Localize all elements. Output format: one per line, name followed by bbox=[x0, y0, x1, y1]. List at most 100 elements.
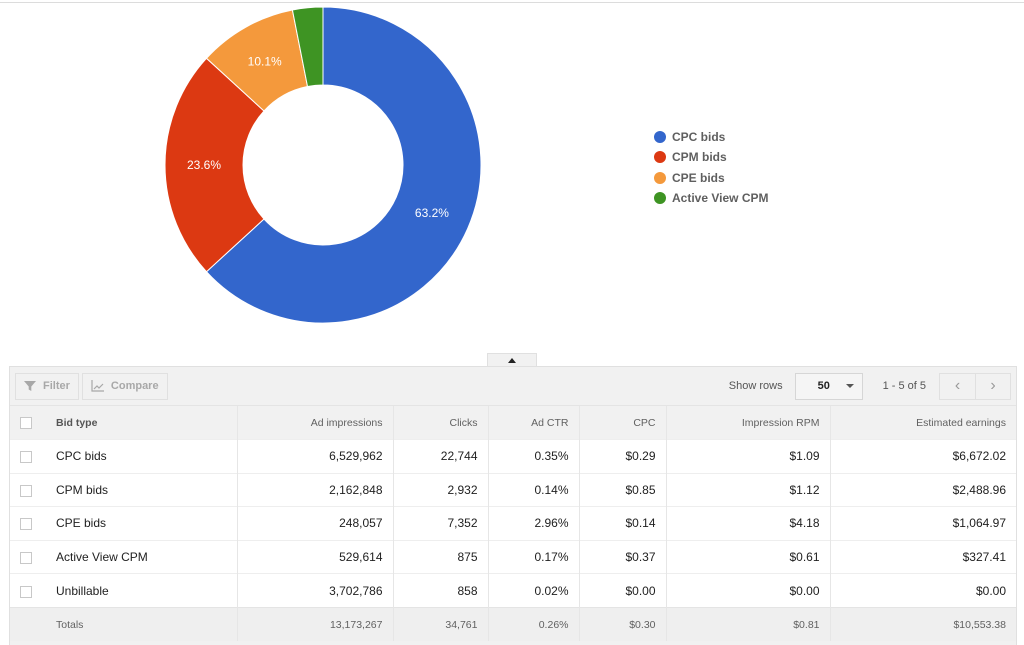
collapse-chart-toggle[interactable] bbox=[487, 353, 537, 367]
cell-clicks: 875 bbox=[392, 540, 488, 574]
slice-label: 10.1% bbox=[248, 54, 282, 68]
row-select-cell bbox=[10, 473, 46, 507]
cell-estimated-earnings: $1,064.97 bbox=[829, 506, 1016, 541]
row-select-cell bbox=[10, 440, 46, 474]
cell-impression-rpm: $4.18 bbox=[665, 506, 830, 541]
caret-down-icon bbox=[845, 384, 854, 388]
column-header-ad-ctr[interactable]: Ad CTR bbox=[487, 405, 579, 440]
totals-ad-impressions: 13,173,267 bbox=[236, 607, 393, 642]
table-row[interactable]: CPC bids 6,529,962 22,744 0.35% $0.29 $1.09 $6… bbox=[10, 439, 1016, 474]
cell-ad-ctr: 0.02% bbox=[487, 573, 579, 608]
table-header-row: Bid type Ad impressions Clicks Ad CTR CP… bbox=[10, 405, 1016, 440]
cell-ad-impressions: 529,614 bbox=[236, 540, 393, 574]
prev-page-button[interactable]: ‹ bbox=[940, 374, 975, 399]
cell-bid-type: CPC bids bbox=[56, 449, 107, 464]
cell-bid-type: CPE bids bbox=[56, 516, 107, 531]
column-header-clicks[interactable]: Clicks bbox=[392, 405, 488, 440]
next-page-button[interactable]: › bbox=[975, 373, 1010, 399]
slice-label: 23.6% bbox=[187, 158, 221, 172]
totals-impression-rpm: $0.81 bbox=[665, 607, 830, 642]
cell-bid-type: CPM bids bbox=[56, 482, 109, 497]
filter-icon bbox=[24, 380, 36, 392]
legend-swatch-icon bbox=[654, 131, 666, 144]
totals-ad-ctr: 0.26% bbox=[487, 607, 579, 642]
cell-cpc: $0.29 bbox=[578, 439, 666, 474]
select-all-checkbox[interactable] bbox=[20, 416, 32, 429]
cell-ad-ctr: 0.14% bbox=[487, 473, 579, 507]
cell-estimated-earnings: $6,672.02 bbox=[829, 439, 1016, 474]
rows-per-page-value: 50 bbox=[817, 380, 830, 392]
table-toolbar: Filter Compare Show rows 50 1 - 5 of 5 ‹… bbox=[10, 367, 1016, 405]
cell-cpc: $0.37 bbox=[578, 540, 666, 574]
cell-cpc: $0.00 bbox=[578, 573, 666, 608]
legend-label: CPC bids bbox=[672, 130, 726, 145]
donut-chart: 63.2% 23.6% 10.1% bbox=[164, 6, 482, 324]
column-header-bid-type[interactable]: Bid type bbox=[46, 405, 237, 440]
triangle-up-icon bbox=[508, 358, 516, 363]
cell-clicks: 7,352 bbox=[392, 506, 488, 541]
legend-swatch-icon bbox=[654, 192, 666, 205]
table-row[interactable]: CPE bids 248,057 7,352 2.96% $0.14 $4.18 $1,06… bbox=[10, 506, 1016, 541]
chevron-left-icon: ‹ bbox=[954, 377, 961, 394]
filter-button[interactable]: Filter bbox=[15, 372, 79, 400]
legend-item[interactable]: CPE bids bbox=[654, 168, 768, 188]
cell-impression-rpm: $0.00 bbox=[665, 573, 830, 608]
column-header-estimated-earnings[interactable]: Estimated earnings bbox=[829, 405, 1016, 440]
row-checkbox[interactable] bbox=[20, 451, 32, 464]
legend-swatch-icon bbox=[654, 151, 666, 164]
show-rows-label: Show rows bbox=[728, 380, 783, 392]
cell-cpc: $0.85 bbox=[578, 473, 666, 507]
cell-ad-impressions: 248,057 bbox=[236, 506, 393, 541]
cell-estimated-earnings: $0.00 bbox=[829, 573, 1016, 608]
cell-impression-rpm: $1.09 bbox=[665, 439, 830, 474]
cell-ad-ctr: 2.96% bbox=[487, 506, 579, 541]
compare-button[interactable]: Compare bbox=[81, 372, 168, 400]
row-checkbox[interactable] bbox=[20, 484, 32, 497]
totals-spacer-cell bbox=[10, 607, 46, 641]
column-header-impression-rpm[interactable]: Impression RPM bbox=[665, 405, 830, 440]
row-checkbox[interactable] bbox=[20, 518, 32, 531]
line-chart-icon bbox=[91, 380, 104, 392]
row-select-cell bbox=[10, 507, 46, 541]
select-all-cell bbox=[10, 405, 46, 440]
totals-clicks: 34,761 bbox=[392, 607, 488, 642]
row-select-cell bbox=[10, 540, 46, 574]
report-table: Bid type Ad impressions Clicks Ad CTR CP… bbox=[10, 405, 1016, 642]
cell-ad-impressions: 2,162,848 bbox=[236, 473, 393, 507]
totals-bid-type: Totals bbox=[56, 618, 84, 631]
report-table-panel: Filter Compare Show rows 50 1 - 5 of 5 ‹… bbox=[9, 366, 1017, 645]
cell-ad-ctr: 0.17% bbox=[487, 540, 579, 574]
table-row[interactable]: Active View CPM 529,614 875 0.17% $0.37 $0.61… bbox=[10, 540, 1016, 574]
legend-item[interactable]: CPC bids bbox=[654, 127, 768, 147]
cell-clicks: 858 bbox=[392, 573, 488, 608]
table-row[interactable]: CPM bids 2,162,848 2,932 0.14% $0.85 $1.12 $2,… bbox=[10, 473, 1016, 507]
slice-label: 63.2% bbox=[415, 206, 449, 220]
filter-label: Filter bbox=[43, 380, 70, 392]
cell-impression-rpm: $0.61 bbox=[665, 540, 830, 574]
chevron-right-icon: › bbox=[990, 377, 996, 394]
row-select-cell bbox=[10, 574, 46, 608]
cell-bid-type: Unbillable bbox=[56, 583, 109, 598]
column-header-ad-impressions[interactable]: Ad impressions bbox=[236, 405, 393, 440]
legend-item[interactable]: CPM bids bbox=[654, 147, 768, 167]
compare-label: Compare bbox=[110, 380, 159, 392]
row-checkbox[interactable] bbox=[20, 551, 32, 564]
cell-ad-impressions: 3,702,786 bbox=[236, 573, 393, 608]
cell-clicks: 22,744 bbox=[392, 439, 488, 474]
totals-cpc: $0.30 bbox=[578, 607, 666, 642]
row-checkbox[interactable] bbox=[20, 585, 32, 598]
totals-estimated-earnings: $10,553.38 bbox=[829, 607, 1016, 642]
table-row[interactable]: Unbillable 3,702,786 858 0.02% $0.00 $0.00 $0.… bbox=[10, 573, 1016, 608]
legend-label: Active View CPM bbox=[672, 191, 769, 206]
chart-legend: CPC bids CPM bids CPE bids Active View CPM bbox=[654, 127, 768, 208]
legend-swatch-icon bbox=[654, 171, 666, 184]
cell-ad-impressions: 6,529,962 bbox=[236, 439, 393, 474]
legend-item[interactable]: Active View CPM bbox=[654, 188, 768, 208]
cell-cpc: $0.14 bbox=[578, 506, 666, 541]
totals-row: Totals 13,173,267 34,761 0.26% $0.30 $0.81 $10… bbox=[10, 607, 1016, 642]
column-header-cpc[interactable]: CPC bbox=[578, 405, 666, 440]
legend-label: CPE bids bbox=[672, 170, 725, 185]
cell-impression-rpm: $1.12 bbox=[665, 473, 830, 507]
rows-per-page-select[interactable]: 50 bbox=[794, 372, 863, 400]
cell-estimated-earnings: $327.41 bbox=[829, 540, 1016, 574]
